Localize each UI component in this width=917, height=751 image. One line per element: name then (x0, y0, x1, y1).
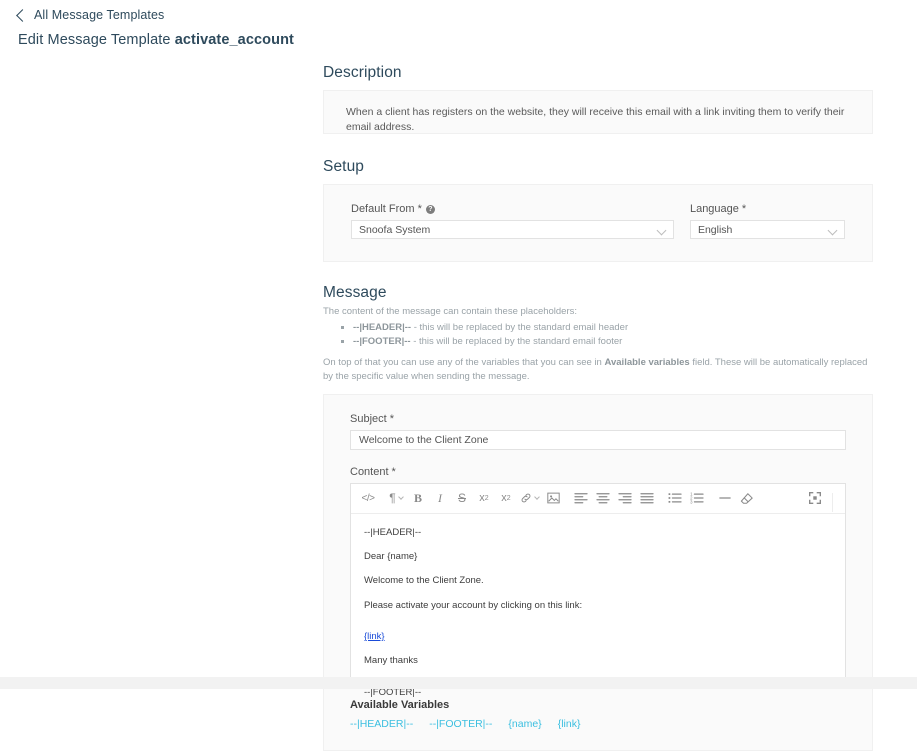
svg-text:3: 3 (690, 500, 693, 505)
default-from-value: Snoofa System (359, 223, 431, 236)
italic-icon[interactable]: I (432, 488, 448, 508)
align-right-icon[interactable] (617, 488, 633, 508)
editor-line-header: --|HEADER|-- (364, 526, 422, 538)
variable-chip[interactable]: {link} (558, 718, 581, 730)
language-field: Language * English (689, 203, 845, 239)
align-justify-icon[interactable] (639, 488, 655, 508)
subject-input[interactable]: Welcome to the Client Zone (350, 429, 846, 450)
content-required-marker: * (391, 465, 396, 478)
fullscreen-expand-icon[interactable] (807, 488, 823, 508)
available-variables-list: --|HEADER|-- --|FOOTER|-- {name} {link} (350, 718, 846, 730)
subscript-icon[interactable]: x2 (498, 488, 514, 508)
clear-formatting-icon[interactable] (739, 488, 755, 508)
default-from-label: Default From * ? (351, 203, 674, 215)
content-label-text: Content (350, 465, 389, 478)
variable-chip[interactable]: --|HEADER|-- (350, 718, 413, 730)
message-note: On top of that you can use any of the va… (323, 356, 868, 384)
editor-line-greeting: Dear {name} (364, 551, 418, 563)
default-from-field: Default From * ? Snoofa System (351, 203, 674, 239)
setup-heading: Setup (323, 158, 365, 175)
setup-panel: Default From * ? Snoofa System Language … (323, 184, 873, 262)
default-from-required-marker: * (417, 203, 422, 215)
editor-content-area[interactable]: --|HEADER|-- Dear {name} Welcome to the … (351, 514, 845, 698)
content-label: Content * (350, 466, 846, 478)
setup-field-row: Default From * ? Snoofa System Language … (351, 203, 845, 239)
editor-link-placeholder[interactable]: {link} (364, 631, 385, 642)
editor-line-instruction: Please activate your account by clicking… (364, 599, 583, 611)
language-label-text: Language (689, 203, 739, 215)
subject-required-marker: * (389, 412, 394, 425)
editor-line-thanks: Many thanks (364, 655, 418, 667)
breadcrumb-link-all-templates[interactable]: All Message Templates (34, 8, 164, 22)
editor-line-welcome: Welcome to the Client Zone. (364, 575, 484, 587)
editor-line-link: {link} (364, 630, 832, 643)
variable-chip[interactable]: --|FOOTER|-- (429, 718, 492, 730)
description-panel: When a client has registers on the websi… (323, 90, 873, 134)
subject-value: Welcome to the Client Zone (359, 433, 489, 446)
superscript-icon[interactable]: x2 (476, 488, 492, 508)
default-from-select[interactable]: Snoofa System (351, 220, 674, 239)
placeholder-token-footer: --|FOOTER|-- (353, 335, 411, 347)
chevron-down-icon (656, 225, 667, 236)
available-variables-title: Available Variables (350, 698, 450, 711)
language-label: Language * (690, 203, 845, 215)
align-center-icon[interactable] (595, 488, 611, 508)
paragraph-format-icon[interactable]: ¶ (388, 488, 404, 508)
rich-text-editor: </> ¶ B I S x2 x2 1 2 3 --|HEADER|-- Dea… (350, 482, 846, 698)
description-heading: Description (323, 64, 402, 81)
default-from-label-text: Default From (351, 203, 415, 215)
bottom-bar (0, 677, 917, 689)
question-mark-icon[interactable]: ? (425, 204, 435, 214)
page-title-prefix: Edit Message Template (18, 32, 171, 48)
main-content: Description When a client has registers … (323, 0, 873, 751)
page-title-template-name: activate_account (174, 32, 294, 48)
bold-icon[interactable]: B (410, 488, 426, 508)
placeholder-token-header: --|HEADER|-- (353, 321, 412, 333)
placeholder-list: --|HEADER|-- - this will be replaced by … (323, 321, 873, 349)
strikethrough-icon[interactable]: S (454, 488, 470, 508)
description-text: When a client has registers on the websi… (346, 106, 845, 133)
list-item: --|FOOTER|-- - this will be replaced by … (353, 335, 873, 349)
language-select[interactable]: English (689, 220, 845, 239)
numbered-list-icon[interactable]: 123 (689, 488, 705, 508)
list-item: --|HEADER|-- - this will be replaced by … (353, 321, 873, 335)
language-required-marker: * (741, 203, 747, 215)
language-value: English (697, 223, 733, 236)
subject-label: Subject * (350, 413, 846, 425)
message-note-before: On top of that you can use any of the va… (323, 357, 605, 369)
horizontal-rule-icon[interactable] (717, 488, 733, 508)
chevron-left-icon (16, 8, 29, 22)
toolbar-divider (832, 493, 833, 513)
placeholder-desc-header: - this will be replaced by the standard … (411, 321, 629, 333)
chevron-down-icon (827, 225, 838, 236)
editor-toolbar-right (804, 488, 837, 513)
message-heading: Message (323, 284, 387, 301)
editor-toolbar: </> ¶ B I S x2 x2 1 2 3 (351, 484, 845, 514)
link-icon[interactable] (520, 488, 540, 508)
message-intro-text: The content of the message can contain t… (323, 306, 578, 317)
subject-label-text: Subject (350, 412, 387, 425)
message-note-bold: Available variables (604, 357, 690, 369)
message-form-panel: Subject * Welcome to the Client Zone Con… (323, 393, 873, 751)
bullet-list-icon[interactable] (667, 488, 683, 508)
align-left-icon[interactable] (573, 488, 589, 508)
variable-chip[interactable]: {name} (508, 718, 541, 730)
placeholder-desc-footer: - this will be replaced by the standard … (410, 335, 623, 347)
code-icon[interactable]: </> (360, 488, 376, 508)
image-icon[interactable] (545, 488, 561, 508)
